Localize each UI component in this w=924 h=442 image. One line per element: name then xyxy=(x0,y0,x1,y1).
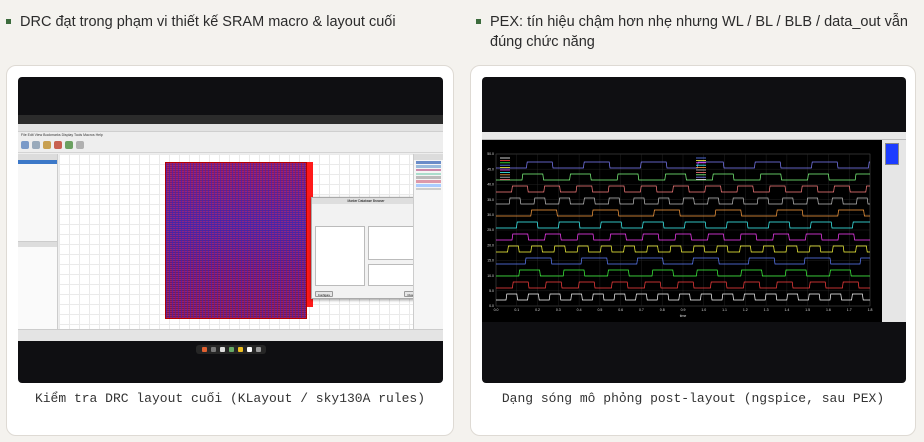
y-tick-label: 45.0 xyxy=(487,167,494,171)
y-tick-label: 35.0 xyxy=(487,198,494,202)
app-icon[interactable] xyxy=(202,347,207,352)
x-tick-label: 1.1 xyxy=(722,308,727,312)
drc-caption: Kiểm tra DRC layout cuối (KLayout / sky1… xyxy=(34,391,426,406)
sram-macro-layout xyxy=(165,162,307,319)
x-tick-label: 0.0 xyxy=(494,308,499,312)
waveform-screenshot: 0.0 0.1 0.2 0.3 0.4 0.5 0.6 0.7 0.8 0.9 1.0 1.1 1.2 1… xyxy=(482,77,906,383)
back-icon[interactable] xyxy=(21,141,29,149)
marker-list[interactable] xyxy=(368,226,418,260)
y-tick-label: 40.0 xyxy=(487,183,494,187)
trace-selector[interactable] xyxy=(885,143,899,165)
y-tick-label: 25.0 xyxy=(487,228,494,232)
app-icon[interactable] xyxy=(211,347,216,352)
klayout-window-title xyxy=(18,124,443,132)
waveform-sidebar xyxy=(882,140,906,322)
cells-panel xyxy=(18,154,58,329)
x-axis-label: time xyxy=(680,314,687,318)
layout-canvas[interactable]: Marker Database Browser Configure Close xyxy=(59,154,421,329)
x-tick-label: 1.2 xyxy=(743,308,748,312)
partial-icon[interactable] xyxy=(76,141,84,149)
y-tick-label: 20.0 xyxy=(487,243,494,247)
layers-header xyxy=(414,154,443,160)
y-tick-label: 10.0 xyxy=(487,274,494,278)
x-tick-label: 1.3 xyxy=(764,308,769,312)
layer-swatch[interactable] xyxy=(416,168,441,172)
app-dock xyxy=(196,345,266,354)
bullet-marker xyxy=(6,19,11,24)
ruler-icon[interactable] xyxy=(65,141,73,149)
layer-swatch[interactable] xyxy=(416,184,441,187)
klayout-window: File Edit View Bookmarks Display Tools M… xyxy=(18,124,443,341)
pex-caption: Dạng sóng mô phỏng post-layout (ngspice,… xyxy=(501,391,885,406)
waveform-svg: 0.0 0.1 0.2 0.3 0.4 0.5 0.6 0.7 0.8 0.9 1.0 1.1 1.2 1… xyxy=(487,152,873,318)
move-icon[interactable] xyxy=(54,141,62,149)
bullet-marker xyxy=(476,19,481,24)
y-tick-label: 30.0 xyxy=(487,213,494,217)
klayout-menubar[interactable]: File Edit View Bookmarks Display Tools M… xyxy=(18,132,443,139)
layer-swatch[interactable] xyxy=(416,165,441,168)
layer-swatch[interactable] xyxy=(416,161,441,164)
klayout-desktop: File Edit View Bookmarks Display Tools M… xyxy=(18,115,443,341)
bullet-drc-text: DRC đạt trong phạm vi thiết kế SRAM macr… xyxy=(20,14,396,30)
y-tick-label: 5.0 xyxy=(489,289,494,293)
klayout-toolbar xyxy=(18,139,443,153)
waveform-window-title xyxy=(482,132,906,140)
layer-swatch[interactable] xyxy=(416,176,441,179)
x-tick-label: 1.5 xyxy=(805,308,810,312)
waveform-plot[interactable]: 0.0 0.1 0.2 0.3 0.4 0.5 0.6 0.7 0.8 0.9 1.0 1.1 1.2 1… xyxy=(482,140,882,322)
bullet-pex-text: PEX: tín hiệu chậm hơn nhẹ nhưng WL / BL… xyxy=(490,14,908,50)
app-icon[interactable] xyxy=(256,347,261,352)
app-icon[interactable] xyxy=(238,347,243,352)
cell-item[interactable] xyxy=(18,160,57,164)
x-tick-label: 0.4 xyxy=(577,308,582,312)
x-tick-label: 0.6 xyxy=(618,308,623,312)
app-icon[interactable] xyxy=(220,347,225,352)
x-tick-label: 0.9 xyxy=(681,308,686,312)
app-icon[interactable] xyxy=(247,347,252,352)
desktop-topbar xyxy=(18,115,443,124)
pex-card: 0.0 0.1 0.2 0.3 0.4 0.5 0.6 0.7 0.8 0.9 1.0 1.1 1.2 1… xyxy=(470,65,916,436)
x-tick-label: 0.2 xyxy=(535,308,540,312)
x-tick-label: 1.7 xyxy=(847,308,852,312)
x-tick-label: 0.3 xyxy=(556,308,561,312)
x-tick-label: 1.6 xyxy=(826,308,831,312)
x-tick-label: 0.8 xyxy=(660,308,665,312)
marker-info xyxy=(368,264,418,286)
select-icon[interactable] xyxy=(43,141,51,149)
y-tick-label: 50.0 xyxy=(487,152,494,156)
y-tick-label: 15.0 xyxy=(487,259,494,263)
layer-swatch[interactable] xyxy=(416,187,441,191)
waveform-window: 0.0 0.1 0.2 0.3 0.4 0.5 0.6 0.7 0.8 0.9 1.0 1.1 1.2 1… xyxy=(482,132,906,322)
bullet-pex: PEX: tín hiệu chậm hơn nhẹ nhưng WL / BL… xyxy=(476,12,916,52)
layer-swatch[interactable] xyxy=(416,180,441,183)
forward-icon[interactable] xyxy=(32,141,40,149)
y-tick-label: 0.0 xyxy=(489,304,494,308)
app-icon[interactable] xyxy=(229,347,234,352)
configure-button[interactable]: Configure xyxy=(315,291,333,297)
layers-panel xyxy=(413,154,443,329)
klayout-screenshot: File Edit View Bookmarks Display Tools M… xyxy=(18,77,443,383)
libraries-panel xyxy=(18,241,57,329)
x-tick-label: 0.5 xyxy=(597,308,602,312)
x-tick-label: 1.8 xyxy=(868,308,873,312)
layout-select[interactable] xyxy=(312,210,420,216)
x-tick-label: 1.4 xyxy=(784,308,789,312)
bullet-drc: DRC đạt trong phạm vi thiết kế SRAM macr… xyxy=(6,12,446,32)
category-tree[interactable] xyxy=(315,226,365,286)
x-tick-label: 0.1 xyxy=(514,308,519,312)
marker-database-browser: Marker Database Browser Configure Close xyxy=(311,197,421,299)
x-tick-label: 1.0 xyxy=(701,308,706,312)
drc-card: File Edit View Bookmarks Display Tools M… xyxy=(6,65,454,436)
status-bar xyxy=(18,329,443,341)
x-tick-label: 0.7 xyxy=(639,308,644,312)
layer-swatch[interactable] xyxy=(416,172,441,176)
